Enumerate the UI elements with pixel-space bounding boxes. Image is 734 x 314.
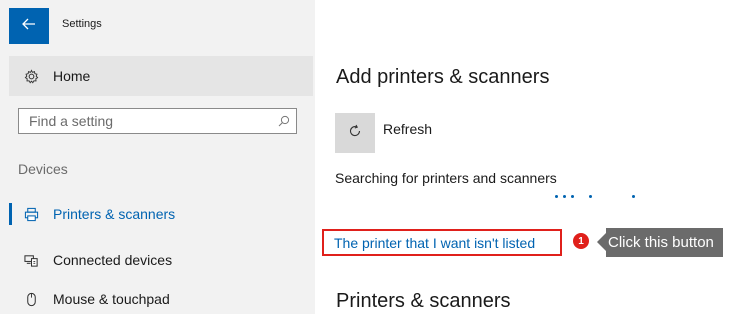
sidebar-item-home[interactable]: Home <box>9 56 313 96</box>
refresh-icon <box>347 123 363 144</box>
sidebar-item-label: Mouse & touchpad <box>53 291 170 307</box>
arrow-left-icon <box>22 17 36 35</box>
sidebar-item-label: Connected devices <box>53 252 173 268</box>
highlight-box: The printer that I want isn't listed <box>322 229 562 256</box>
progress-dot <box>563 195 566 198</box>
step-number-badge: 1 <box>573 233 589 249</box>
window-title: Settings <box>62 18 102 30</box>
search-icon[interactable] <box>272 115 296 127</box>
sidebar-item-label: Printers & scanners <box>53 206 176 222</box>
refresh-button[interactable] <box>335 113 375 153</box>
sidebar-item-connected-devices[interactable]: Connected devices <box>9 245 313 275</box>
sidebar-item-mouse[interactable]: Mouse & touchpad <box>9 284 313 314</box>
main-content: Add printers & scanners Refresh Searchin… <box>315 0 734 314</box>
sidebar-item-printers[interactable]: Printers & scanners <box>9 199 313 229</box>
section-heading: Printers & scanners <box>336 290 511 312</box>
progress-dot <box>555 195 558 198</box>
printer-icon <box>23 206 39 222</box>
printer-not-listed-link[interactable]: The printer that I want isn't listed <box>334 235 535 251</box>
progress-dot <box>632 195 635 198</box>
status-text: Searching for printers and scanners <box>335 170 557 186</box>
sidebar-item-label: Home <box>53 68 91 84</box>
page-title: Add printers & scanners <box>336 66 550 88</box>
section-label: Devices <box>18 161 68 177</box>
mouse-icon <box>23 291 39 307</box>
gear-icon <box>23 68 39 84</box>
back-button[interactable] <box>9 8 49 44</box>
search-input[interactable] <box>19 109 272 133</box>
sidebar: Settings Home Devices Prin <box>0 0 315 314</box>
progress-dot <box>589 195 592 198</box>
progress-dot <box>571 195 574 198</box>
search-box[interactable] <box>18 108 297 134</box>
callout-label: Click this button <box>597 228 723 257</box>
connected-devices-icon <box>23 252 39 268</box>
refresh-label[interactable]: Refresh <box>383 121 432 137</box>
active-indicator <box>9 203 12 225</box>
